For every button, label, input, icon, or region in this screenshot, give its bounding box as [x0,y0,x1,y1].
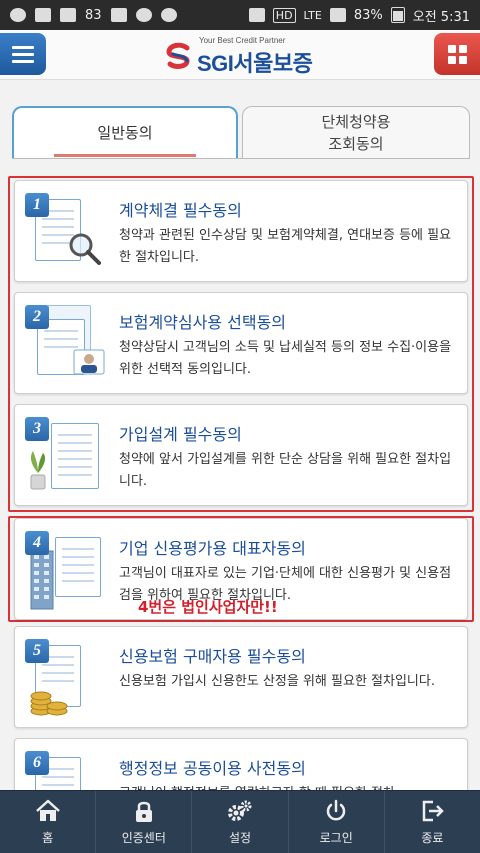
app-notification-icon [10,8,26,22]
clock: 오전 5:31 [412,9,470,25]
item-number: 1 [25,193,49,217]
lte-indicator: LTE [303,8,322,22]
menu-icon [12,45,34,49]
corporate-only-note: 4번은 법인사업자만!! [138,598,278,616]
document-icon [55,537,101,597]
mail-icon [110,8,127,22]
item-title: 기업 신용평가용 대표자동의 [119,539,306,558]
cloud-icon [60,8,76,22]
grid-menu-button[interactable] [434,33,480,75]
item-description: 청약상담시 고객님의 소득 및 납세실적 등의 정보 수집·이용을 위한 선택적… [119,340,452,377]
media-icon [135,8,152,22]
list-item[interactable]: 3 가입설계 필수동의 청약에 앞서 가입설계를 위한 단순 상담을 위해 필요… [14,404,468,506]
item-number: 6 [25,751,49,775]
item-title: 행정정보 공동이용 사전동의 [119,759,306,778]
notification-count: 83 [85,7,102,23]
building-icon [30,550,54,610]
plant-icon [30,451,46,490]
exit-icon [423,800,445,821]
item-number: 2 [25,305,49,329]
gallery-icon [35,8,51,22]
list-item[interactable]: 5 신용보험 구매자용 필수동의 신용보험 가입시 신용한도 산정을 위해 필요… [14,626,468,728]
item-description: 신용보험 가입시 신용한도 산정을 위해 필요한 절차입니다. [119,674,435,689]
status-bar: 83 HD LTE 83% 오전 5:31 [0,0,480,30]
list-item[interactable]: 1 계약체결 필수동의 청약과 관련된 인수상담 및 보험계약체결, 연대보증 … [14,180,468,282]
call-icon [160,8,177,22]
corporate-illustration: 4 [25,531,107,610]
hd-indicator: HD [272,7,296,23]
app-header: Your Best Credit Partner SGI서울보증 [0,30,480,80]
gears-icon [228,800,252,821]
sgi-logo[interactable]: Your Best Credit Partner SGI서울보증 [165,35,325,76]
item-number: 4 [25,531,49,555]
contract-illustration: 1 [25,193,107,271]
nav-label: 로그인 [319,830,353,845]
nav-login[interactable]: 로그인 [289,791,385,853]
logo-text: SGI서울보증 [197,51,313,76]
document-icon [51,423,99,489]
credit-insurance-illustration: 5 [25,639,107,717]
review-illustration: 2 [25,305,107,383]
grid-icon [447,44,456,53]
nav-cert-center[interactable]: 인증센터 [96,791,193,853]
nav-label: 종료 [421,830,444,845]
nav-label: 설정 [228,830,252,845]
battery-icon [390,7,405,23]
power-icon [326,799,346,820]
tab-divider [12,158,470,159]
tab-label: 일반동의 [97,124,153,142]
lock-icon [135,801,152,822]
logo-tagline: Your Best Credit Partner [199,36,286,45]
mute-icon [248,8,265,22]
magnifier-icon [69,233,101,265]
item-number: 5 [25,639,49,663]
list-item[interactable]: 2 보험계약심사용 선택동의 청약상담시 고객님의 소득 및 납세실적 등의 정… [14,292,468,394]
nav-label: 홈 [42,830,54,845]
home-icon [35,799,60,821]
item-title: 가입설계 필수동의 [119,425,242,444]
coins-icon [30,691,68,716]
tab-label: 단체청약용 조회동의 [321,112,391,153]
menu-button[interactable] [0,33,46,75]
tab-group-consent[interactable]: 단체청약용 조회동의 [242,106,470,158]
item-title: 계약체결 필수동의 [119,201,242,220]
bottom-navigation: 홈 인증센터 설정 로그인 종료 [0,790,480,853]
item-title: 보험계약심사용 선택동의 [119,313,287,332]
sgi-logo-mark-icon [166,42,190,69]
nav-exit[interactable]: 종료 [385,791,480,853]
active-tab-indicator [54,154,196,157]
design-illustration: 3 [25,417,107,495]
nav-settings[interactable]: 설정 [192,791,289,853]
item-description: 청약과 관련된 인수상담 및 보험계약체결, 연대보증 등에 필요한 절차입니다… [119,228,452,265]
battery-percent: 83% [353,7,383,23]
signal-icon [329,8,346,22]
person-card-icon [73,349,105,375]
item-number: 3 [25,417,49,441]
nav-label: 인증센터 [121,830,166,845]
item-title: 신용보험 구매자용 필수동의 [119,647,306,666]
tab-general-consent[interactable]: 일반동의 [12,106,238,158]
item-description: 청약에 앞서 가입설계를 위한 단순 상담을 위해 필요한 절차입니다. [119,452,452,489]
nav-home[interactable]: 홈 [0,791,97,853]
